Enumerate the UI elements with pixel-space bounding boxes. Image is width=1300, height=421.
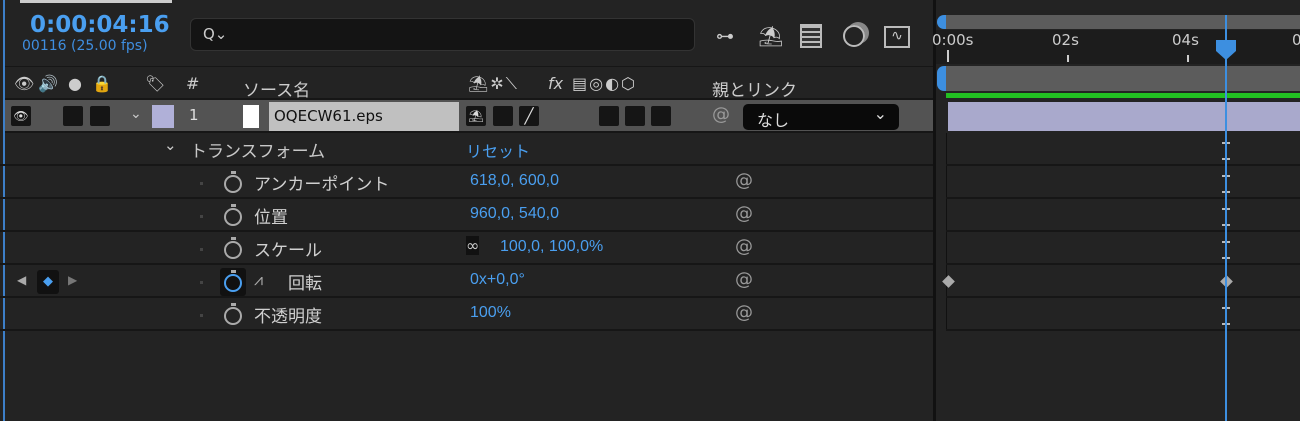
property-row-opacity[interactable] [0,298,935,331]
adjustment-switches-icons: ▤◎◐⬡ [572,74,638,93]
indent-dot [200,314,203,317]
property-name: スケール [254,241,322,261]
pick-whip-icon[interactable]: @ [735,302,753,323]
constrain-proportions-link-icon[interactable]: ∞ [466,236,480,255]
property-name: アンカーポイント [254,175,390,195]
parent-dropdown[interactable]: なし ⌄ [743,104,899,130]
timeline-track [946,199,1300,232]
column-source-name[interactable]: ソース名 [243,76,310,101]
fx-icon: fx [548,74,564,93]
property-value[interactable]: 100% [470,304,511,322]
timeline-track [946,232,1300,265]
lock-toggle[interactable] [90,106,110,126]
ruler-tick [947,50,949,62]
stopwatch-icon[interactable] [224,303,242,325]
column-parent-link[interactable]: 親とリンク [712,76,797,101]
column-number: # [186,74,200,93]
property-value[interactable]: 960,0, 540,0 [470,205,559,223]
property-name: 位置 [254,208,288,228]
property-name: 回転 [288,274,322,294]
switches-icons: ⛱✲⟍ [468,74,519,93]
graph-icon[interactable]: ⩘ [254,270,263,290]
work-area-start-handle[interactable] [937,66,946,91]
motion-blur-switch[interactable] [599,106,619,126]
property-value[interactable]: 0x+0,0° [470,271,525,289]
label-color-swatch[interactable] [152,105,174,128]
adjustment-switch[interactable] [625,106,645,126]
ruler-tick [1067,55,1069,62]
composition-flowchart-icon[interactable]: ⊶ [716,26,734,47]
frame-blending-icon[interactable] [800,24,822,48]
pick-whip-icon[interactable]: @ [735,269,753,290]
time-ruler[interactable] [936,30,1300,64]
shy-layers-icon[interactable]: ⛱ [758,24,783,48]
transform-chevron-icon[interactable]: ⌄ [164,136,177,154]
layer-duration-bar[interactable] [948,102,1300,131]
quality-switch[interactable]: ╱ [519,106,539,126]
time-navigator-bar[interactable] [946,15,1300,29]
property-row-anchor-point[interactable] [0,166,935,199]
chevron-down-icon: ⌄ [873,104,887,123]
shy-switch[interactable]: ⛱ [466,106,486,126]
solo-toggle[interactable] [63,106,83,126]
audio-icon[interactable]: 🔊 [38,74,58,93]
parent-value: なし [757,111,790,130]
ruler-label: 04s [1172,31,1199,49]
3d-layer-switch[interactable] [651,106,671,126]
timeline-track [946,166,1300,199]
stopwatch-icon[interactable] [224,204,242,226]
solo-icon[interactable]: ● [68,74,82,93]
stopwatch-icon[interactable] [224,237,242,259]
transform-label: トランスフォーム [190,142,326,162]
ruler-tick [1187,55,1189,62]
indent-dot [200,281,203,284]
search-input[interactable]: Q⌄ [190,18,695,51]
collapse-switch[interactable] [493,106,513,126]
frame-count-display: 00116 (25.00 fps) [22,38,148,54]
property-value[interactable]: 618,0, 600,0 [470,172,559,190]
file-icon [243,105,259,128]
work-area-bar[interactable] [946,66,1300,91]
layer-index: 1 [189,106,199,124]
timeline-track [946,265,1300,298]
visibility-toggle[interactable]: 👁 [11,106,31,126]
indent-dot [200,248,203,251]
layer-name: OQECW61.eps [274,107,383,125]
stopwatch-active-icon[interactable] [224,270,242,292]
label-tag-icon[interactable]: 🏷 [145,74,165,93]
render-cache-indicator [946,93,1300,98]
timeline-track [946,298,1300,331]
time-navigator-start-handle[interactable] [937,15,946,29]
property-row-position[interactable] [0,199,935,232]
reset-link[interactable]: リセット [466,138,530,162]
layer-name-field[interactable]: OQECW61.eps [269,102,459,131]
property-value[interactable]: 100,0, 100,0% [500,238,603,256]
pick-whip-icon[interactable]: @ [712,104,730,125]
property-name: 不透明度 [254,307,322,327]
search-icon: Q⌄ [203,25,228,43]
previous-keyframe-icon[interactable]: ◀ [17,273,26,287]
timeline-track [946,133,1300,166]
video-visibility-icon[interactable]: 👁 [14,74,34,93]
indent-dot [200,215,203,218]
panel-tab-underline [20,0,172,3]
next-keyframe-icon[interactable]: ▶ [68,273,77,287]
current-time-display[interactable]: 0:00:04:16 [30,12,170,38]
add-keyframe-button[interactable]: ◆ [37,270,59,294]
playhead-line [1225,15,1227,421]
property-row-rotation[interactable] [0,265,935,298]
expand-chevron-icon[interactable]: ⌄ [130,106,142,122]
indent-dot [200,182,203,185]
ruler-label: 0:00s [932,31,974,49]
graph-editor-icon[interactable]: ∿ [884,26,910,48]
pick-whip-icon[interactable]: @ [735,203,753,224]
motion-blur-icon[interactable] [843,25,865,47]
pick-whip-icon[interactable]: @ [735,170,753,191]
ruler-label: 0 [1292,31,1300,49]
lock-icon[interactable]: 🔒 [92,74,112,93]
stopwatch-icon[interactable] [224,171,242,193]
pick-whip-icon[interactable]: @ [735,236,753,257]
ruler-label: 02s [1052,31,1079,49]
